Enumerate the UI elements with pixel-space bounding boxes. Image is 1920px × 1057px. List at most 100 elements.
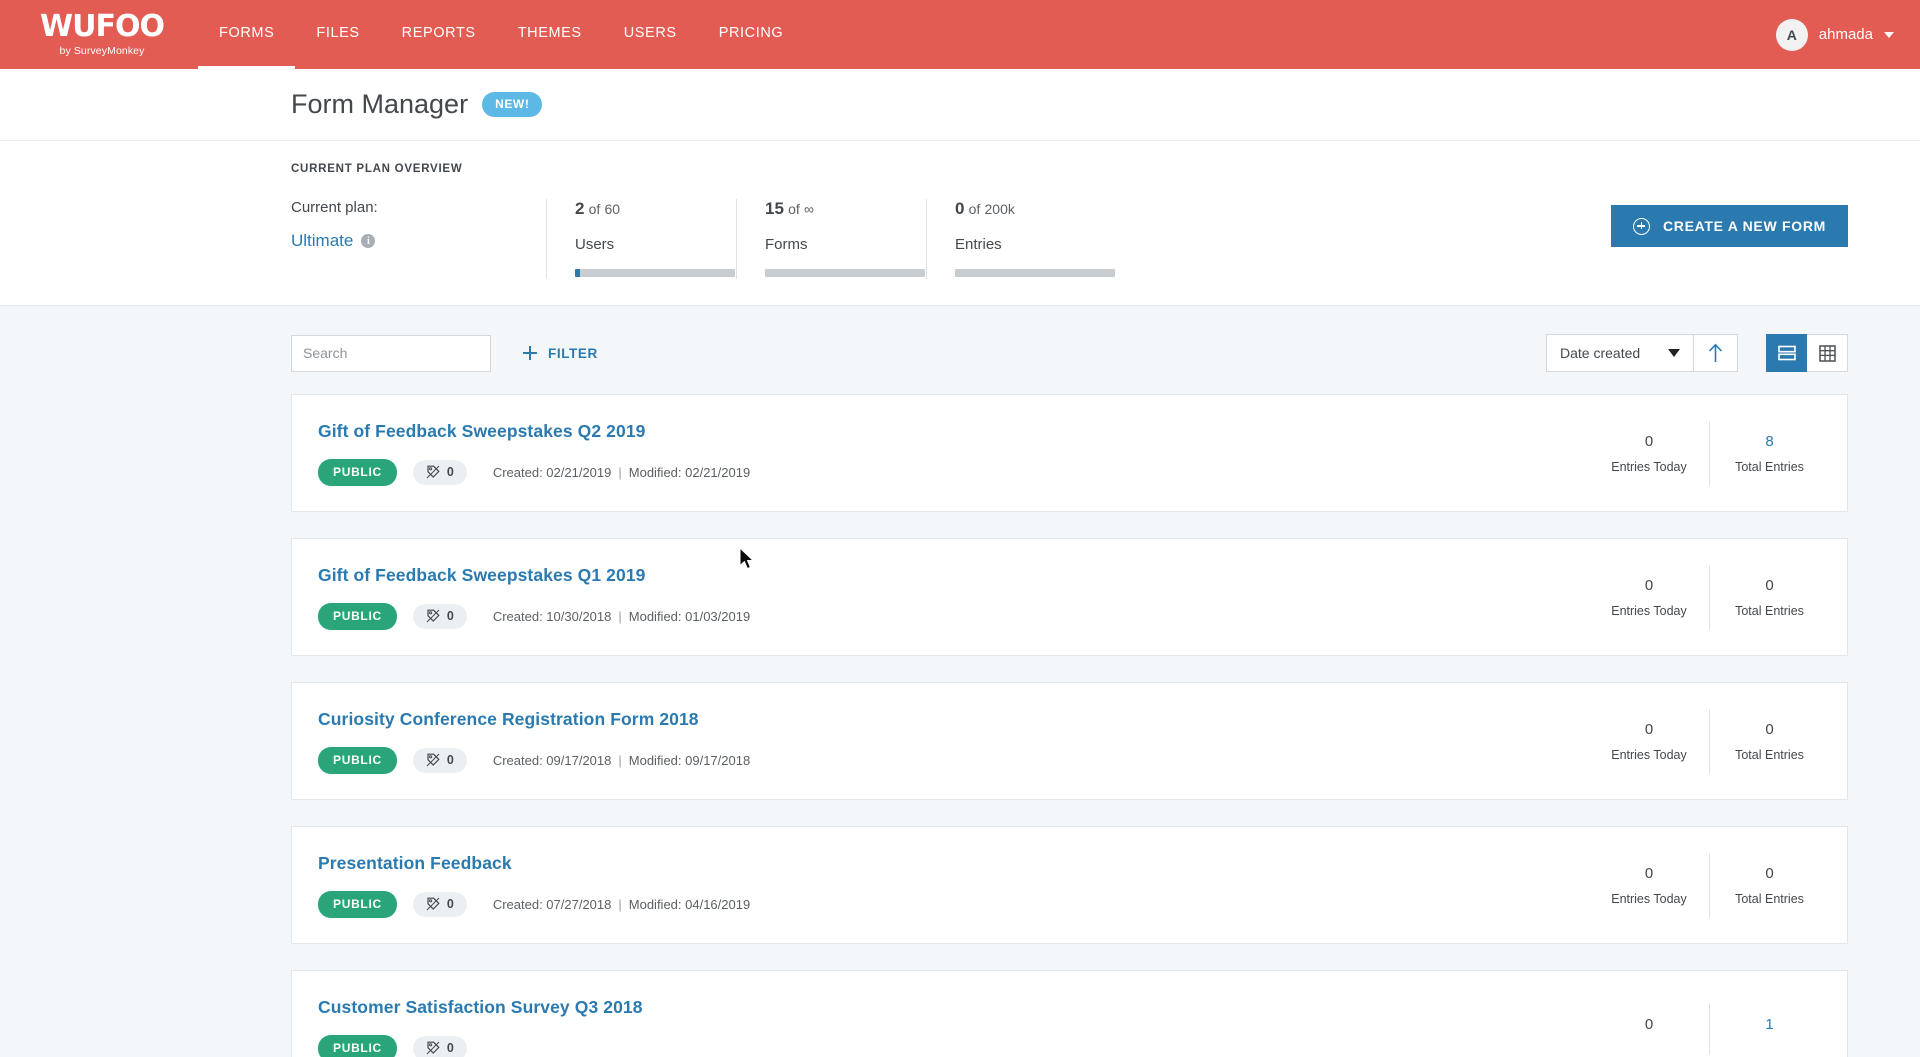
entries-today-stat: 0Entries Today [1589, 853, 1709, 918]
metric-users-value-row: 2 of 60 [575, 199, 716, 219]
metric-users-of: of [589, 201, 601, 217]
search-input[interactable] [303, 345, 484, 361]
total-entries-value[interactable]: 8 [1710, 433, 1829, 450]
total-entries-value[interactable]: 1 [1710, 1016, 1829, 1033]
tag-icon [426, 609, 440, 623]
metric-forms: 15 of ∞ Forms [736, 199, 926, 279]
tag-count-badge[interactable]: 0 [413, 604, 467, 629]
nav-item-themes[interactable]: THEMES [497, 0, 603, 69]
entries-today-value: 0 [1589, 1016, 1709, 1033]
create-a-new-form-button[interactable]: CREATE A NEW FORM [1611, 205, 1848, 247]
date-separator: | [618, 465, 621, 480]
total-entries-label: Total Entries [1710, 892, 1829, 906]
form-card-details: Presentation FeedbackPUBLIC0Created: 07/… [318, 831, 1589, 940]
entries-today-stat: 0Entries Today [1589, 421, 1709, 486]
info-icon[interactable]: i [361, 234, 375, 248]
total-entries-stat: 1 [1709, 1004, 1829, 1055]
nav-item-pricing[interactable]: PRICING [698, 0, 805, 69]
form-card[interactable]: Customer Satisfaction Survey Q3 2018 PUBL… [291, 970, 1848, 1057]
list-view-button[interactable] [1766, 334, 1807, 372]
plan-overview-heading: CURRENT PLAN OVERVIEW [291, 163, 1848, 175]
plus-circle-icon [1633, 218, 1650, 235]
tag-count-badge[interactable]: 0 [413, 460, 467, 485]
modified-date: Modified: 09/17/2018 [629, 753, 750, 768]
tag-icon [426, 1041, 440, 1055]
form-card-details: Customer Satisfaction Survey Q3 2018 PUBL… [318, 975, 1589, 1057]
visibility-badge[interactable]: PUBLIC [318, 747, 397, 774]
form-title-link[interactable]: Gift of Feedback Sweepstakes Q2 2019 [318, 421, 1589, 442]
main-nav-items: FORMS FILES REPORTS THEMES USERS PRICING [198, 0, 804, 69]
entries-today-label: Entries Today [1589, 892, 1709, 906]
create-a-new-form-label: CREATE A NEW FORM [1663, 218, 1826, 234]
tag-count-badge[interactable]: 0 [413, 748, 467, 773]
sort-direction-button[interactable] [1694, 334, 1738, 372]
sort-by-value: Date created [1560, 345, 1640, 361]
tag-icon [426, 753, 440, 767]
form-entry-stats: 0Entries Today8Total Entries [1589, 421, 1847, 486]
metric-forms-limit: ∞ [804, 201, 814, 217]
entries-today-stat: 0Entries Today [1589, 709, 1709, 774]
form-entry-stats: 0Entries Today0 Total Entries [1589, 853, 1847, 918]
form-card-details: Gift of Feedback Sweepstakes Q1 2019 PUBL… [318, 543, 1589, 652]
entries-today-stat: 0 Entries Today [1589, 565, 1709, 630]
filter-button[interactable]: FILTER [523, 346, 598, 361]
list-toolbar: FILTER Date created [0, 306, 1920, 372]
metric-forms-of: of [788, 201, 800, 217]
metric-users-limit: 60 [605, 201, 621, 217]
chevron-down-icon [1668, 349, 1680, 357]
visibility-badge[interactable]: PUBLIC [318, 603, 397, 630]
form-card[interactable]: Curiosity Conference Registration Form 2… [291, 682, 1848, 800]
date-separator: | [618, 753, 621, 768]
nav-item-forms[interactable]: FORMS [198, 0, 295, 69]
nav-item-files[interactable]: FILES [295, 0, 380, 69]
wufoo-logo[interactable]: WUFOO by SurveyMonkey [0, 12, 198, 57]
arrow-up-icon [1708, 343, 1723, 363]
metric-users-progress-fill [575, 269, 580, 277]
wufoo-logo-subtitle: by SurveyMonkey [60, 45, 145, 57]
page-title-bar: Form Manager NEW! [0, 69, 1920, 141]
form-meta-row: PUBLIC0Created: 07/27/2018|Modified: 04/… [318, 891, 1589, 918]
form-title-link[interactable]: Customer Satisfaction Survey Q3 2018 [318, 997, 1589, 1018]
metric-entries-value: 0 [955, 199, 964, 218]
user-menu[interactable]: A ahmada [1776, 0, 1894, 69]
form-entry-stats: 0Entries Today0Total Entries [1589, 709, 1847, 774]
form-dates: Created: 02/21/2019 | Modified: 02/21/2019 [493, 465, 750, 480]
form-card[interactable]: Gift of Feedback Sweepstakes Q2 2019 PUBL… [291, 394, 1848, 512]
form-title-link[interactable]: Curiosity Conference Registration Form 2… [318, 709, 1589, 730]
grid-view-button[interactable] [1807, 334, 1848, 372]
total-entries-value: 0 [1710, 865, 1829, 882]
visibility-badge[interactable]: PUBLIC [318, 1035, 397, 1057]
total-entries-stat: 0 Total Entries [1709, 853, 1829, 918]
current-plan-column: Current plan: Ultimate i [291, 199, 546, 279]
form-meta-row: PUBLIC 0 [318, 1035, 1589, 1057]
tag-count-badge[interactable]: 0 [413, 1036, 467, 1057]
metric-forms-value-row: 15 of ∞ [765, 199, 906, 219]
metric-entries-value-row: 0 of 200k [955, 199, 1096, 219]
entries-today-value: 0 [1589, 577, 1709, 594]
visibility-badge[interactable]: PUBLIC [318, 459, 397, 486]
nav-item-users[interactable]: USERS [603, 0, 698, 69]
form-card[interactable]: Presentation FeedbackPUBLIC0Created: 07/… [291, 826, 1848, 944]
tag-icon [426, 897, 440, 911]
metric-forms-progress-track [765, 269, 925, 277]
metric-entries-name: Entries [955, 236, 1096, 253]
tag-count-badge[interactable]: 0 [413, 892, 467, 917]
form-list: Gift of Feedback Sweepstakes Q2 2019 PUBL… [0, 372, 1920, 1057]
filter-label: FILTER [548, 346, 598, 361]
form-title-link[interactable]: Gift of Feedback Sweepstakes Q1 2019 [318, 565, 1589, 586]
wufoo-logo-text: WUFOO [40, 12, 164, 42]
metric-forms-value: 15 [765, 199, 784, 218]
plan-name-text: Ultimate [291, 231, 353, 251]
search-box[interactable] [291, 335, 491, 372]
form-card[interactable]: Gift of Feedback Sweepstakes Q1 2019 PUBL… [291, 538, 1848, 656]
plan-name-link[interactable]: Ultimate i [291, 231, 375, 251]
sort-by-select[interactable]: Date created [1546, 334, 1694, 372]
entries-today-label: Entries Today [1589, 604, 1709, 618]
form-title-link[interactable]: Presentation Feedback [318, 853, 1589, 874]
created-date: Created: 02/21/2019 [493, 465, 612, 480]
metric-entries-of: of [969, 201, 981, 217]
modified-date: Modified: 02/21/2019 [629, 465, 750, 480]
nav-item-reports[interactable]: REPORTS [381, 0, 497, 69]
total-entries-stat: 0Total Entries [1709, 565, 1829, 630]
visibility-badge[interactable]: PUBLIC [318, 891, 397, 918]
